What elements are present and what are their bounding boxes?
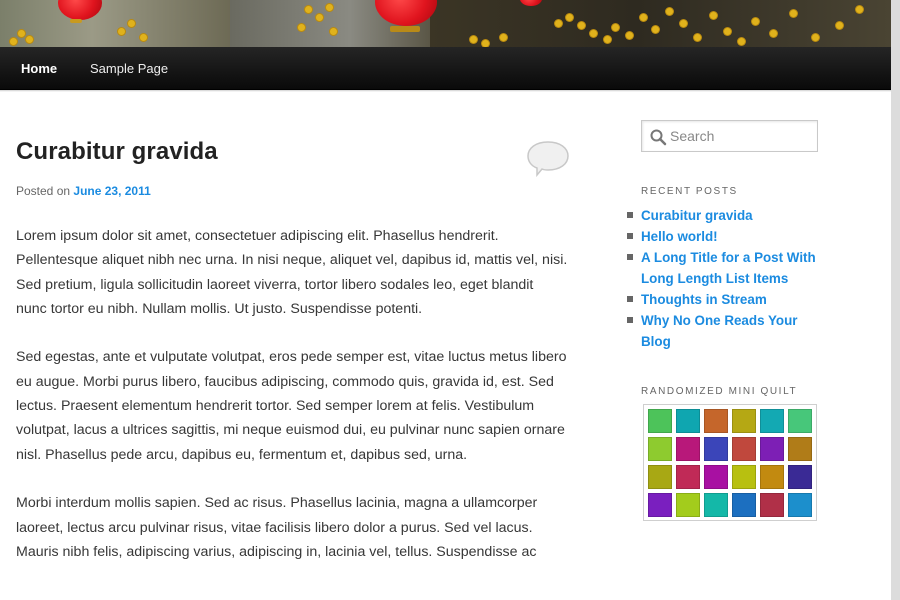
list-item: Why No One Reads Your Blog (627, 310, 827, 352)
mini-quilt[interactable] (643, 404, 817, 521)
quilt-patch (676, 493, 700, 517)
quilt-patch (704, 409, 728, 433)
quilt-patch (704, 465, 728, 489)
search-icon (650, 129, 667, 146)
recent-post-link[interactable]: A Long Title for a Post With Long Length… (641, 250, 816, 286)
nav-item-home[interactable]: Home (21, 47, 57, 90)
quilt-patch (704, 493, 728, 517)
post-content: Lorem ipsum dolor sit amet, consectetuer… (16, 224, 568, 588)
post-paragraph: Morbi interdum mollis sapien. Sed ac ris… (16, 495, 538, 560)
quilt-patch (732, 437, 756, 461)
quilt-patch (704, 437, 728, 461)
quilt-widget-title: RANDOMIZED MINI QUILT (641, 386, 798, 397)
quilt-patch (788, 465, 812, 489)
list-item: Hello world! (627, 226, 827, 247)
main-navigation: Home Sample Page (0, 47, 891, 90)
recent-post-link[interactable]: Why No One Reads Your Blog (641, 313, 798, 349)
quilt-patch (648, 409, 672, 433)
quilt-patch (648, 465, 672, 489)
quilt-patch (760, 409, 784, 433)
quilt-patch (760, 465, 784, 489)
recent-posts-list: Curabitur gravida Hello world! A Long Ti… (627, 205, 827, 352)
quilt-patch (732, 465, 756, 489)
list-item: Thoughts in Stream (627, 289, 827, 310)
header-banner-image[interactable] (0, 0, 891, 47)
page: Home Sample Page Curabitur gravida Poste… (0, 0, 891, 600)
posted-on-label: Posted on (16, 184, 71, 198)
recent-post-link[interactable]: Curabitur gravida (641, 208, 753, 223)
quilt-patch (788, 493, 812, 517)
post-paragraph: Sed egestas, ante et vulputate volutpat,… (16, 349, 567, 463)
search-form (641, 120, 818, 152)
nav-divider (0, 90, 891, 92)
quilt-patch (788, 409, 812, 433)
comment-bubble-icon[interactable] (525, 139, 571, 177)
search-input[interactable] (670, 121, 815, 151)
recent-posts-title: RECENT POSTS (641, 186, 738, 197)
quilt-patch (788, 437, 812, 461)
post-title[interactable]: Curabitur gravida (16, 138, 218, 166)
quilt-patch (760, 437, 784, 461)
nav-item-sample-page[interactable]: Sample Page (90, 47, 168, 90)
quilt-patch (648, 437, 672, 461)
quilt-patch (648, 493, 672, 517)
recent-post-link[interactable]: Hello world! (641, 229, 718, 244)
page-edge-gutter (891, 0, 900, 600)
recent-post-link[interactable]: Thoughts in Stream (641, 292, 767, 307)
post-paragraph: Lorem ipsum dolor sit amet, consectetuer… (16, 228, 568, 317)
quilt-patch (676, 409, 700, 433)
quilt-grid (648, 409, 813, 517)
quilt-patch (732, 409, 756, 433)
quilt-patch (676, 437, 700, 461)
quilt-patch (732, 493, 756, 517)
list-item: Curabitur gravida (627, 205, 827, 226)
post-date-link[interactable]: June 23, 2011 (73, 184, 150, 198)
quilt-patch (760, 493, 784, 517)
quilt-patch (676, 465, 700, 489)
post-meta: Posted on June 23, 2011 (16, 184, 151, 198)
list-item: A Long Title for a Post With Long Length… (627, 247, 827, 289)
